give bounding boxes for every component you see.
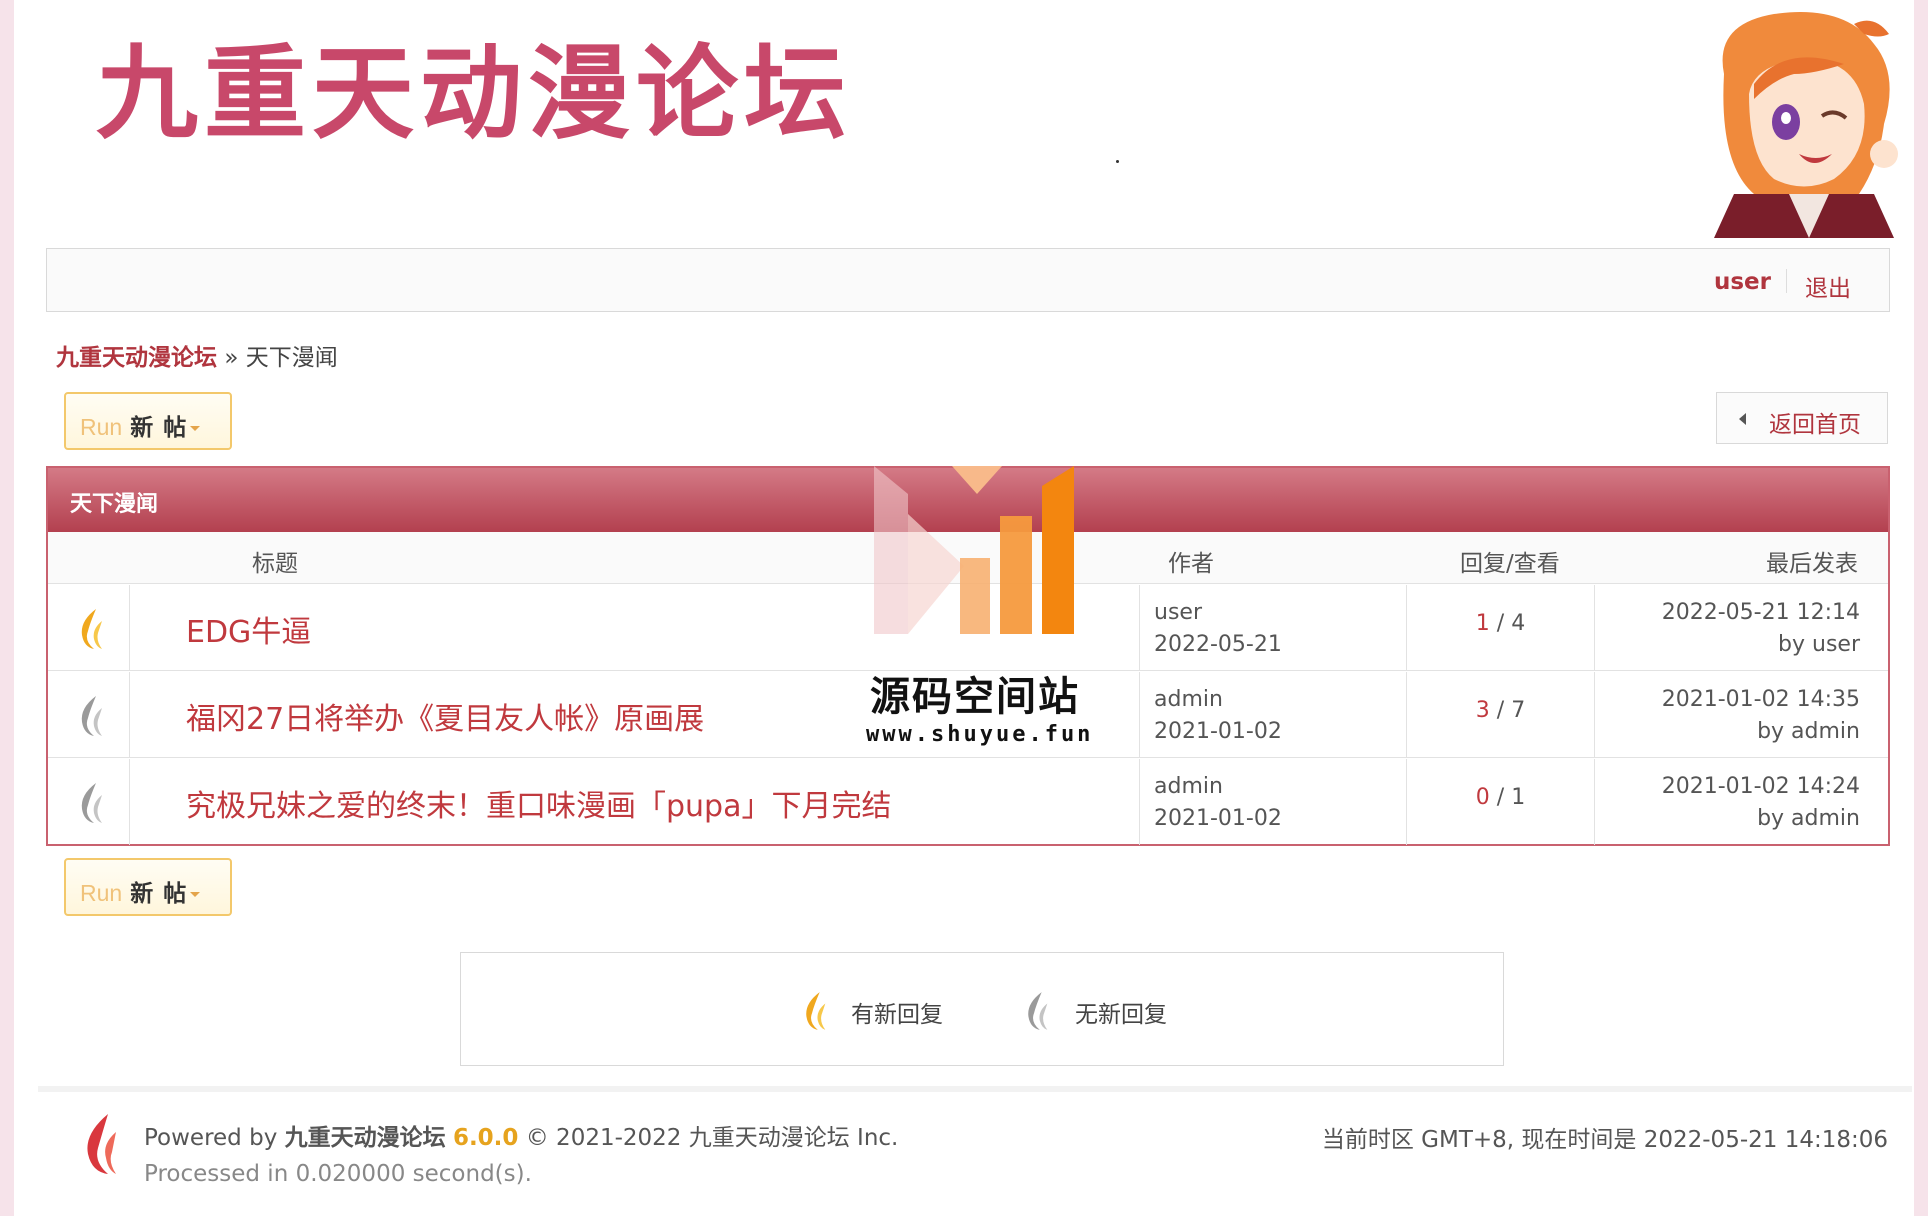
processed-time: Processed in 0.020000 second(s). [144,1161,532,1187]
new-post-label: 新帖 [130,415,197,441]
reply-count: 0 [1475,785,1490,810]
flame-new-icon [806,992,826,1030]
footer-forum-link[interactable]: 九重天动漫论坛 [285,1125,446,1151]
thread-author[interactable]: admin [1154,771,1282,803]
thread-title-link[interactable]: EDG牛逼 [186,607,311,651]
caret-down-icon [190,892,201,897]
flame-old-icon [1028,992,1048,1030]
thread-date: 2022-05-21 [1154,632,1282,657]
watermark-logo-icon [874,466,1074,634]
view-count: 7 [1511,698,1526,723]
view-count: 4 [1511,611,1526,636]
last-post-time[interactable]: 2022-05-21 12:14 [1662,597,1860,629]
flame-old-icon [81,783,102,823]
column-header-title: 标题 [252,551,298,577]
flame-new-icon [81,609,102,649]
mascot-image [1714,12,1898,238]
thread-row: 究极兄妹之爱的终末！重口味漫画「pupa」下月完结 admin 2021-01-… [48,759,1888,845]
new-post-button-top[interactable]: Run 新帖 [64,392,232,450]
last-post-time[interactable]: 2021-01-02 14:35 [1662,684,1860,716]
timezone-info: 当前时区 GMT+8, 现在时间是 2022-05-21 14:18:06 [1321,1127,1888,1153]
logout-link[interactable]: 退出 [1805,269,1851,303]
thread-author[interactable]: user [1154,597,1282,629]
footer-info: Powered by 九重天动漫论坛 6.0.0 © 2021-2022 九重天… [144,1120,898,1192]
breadcrumb: 九重天动漫论坛 » 天下漫闻 [56,338,338,372]
user-bar: user 退出 [46,248,1890,312]
new-post-prefix: Run [80,414,123,440]
username-link[interactable]: user [1714,269,1771,295]
site-logo[interactable]: 九重天动漫论坛 [96,44,852,146]
view-count: 1 [1511,785,1526,810]
footer-flame-logo-icon [87,1114,116,1174]
column-header-last: 最后发表 [1766,551,1858,577]
last-post-by[interactable]: by admin [1662,803,1860,835]
thread-date: 2021-01-02 [1154,719,1282,744]
column-header-author: 作者 [1168,551,1214,577]
reply-count: 1 [1475,611,1490,636]
thread-title-link[interactable]: 究极兄妹之爱的终末！重口味漫画「pupa」下月完结 [186,781,891,825]
copyright-text: © 2021-2022 九重天动漫论坛 Inc. [525,1125,899,1151]
thread-author[interactable]: admin [1154,684,1282,716]
arrow-left-icon [1739,413,1746,425]
breadcrumb-current: 天下漫闻 [245,345,338,371]
watermark-title: 源码空间站 [870,674,1080,720]
page: 九重天动漫论坛 user 退出 九重天动漫论坛 » 天下漫闻 Run 新帖 返回首… [14,0,1914,1216]
legend-no-new-reply: 无新回复 [1075,1002,1167,1028]
new-post-label: 新帖 [130,881,197,907]
thread-title-link[interactable]: 福冈27日将举办《夏目友人帐》原画展 [186,694,704,738]
thread-stats: 0 / 1 [1475,785,1526,810]
powered-by-label: Powered by [144,1125,278,1151]
breadcrumb-home-link[interactable]: 九重天动漫论坛 [56,345,217,371]
watermark-url: www.shuyue.fun [866,722,1094,747]
new-post-button-bottom[interactable]: Run 新帖 [64,858,232,916]
version-number: 6.0.0 [452,1125,519,1151]
thread-stats: 3 / 7 [1475,698,1526,723]
last-post-by[interactable]: by user [1662,629,1860,661]
back-home-button[interactable]: 返回首页 [1716,392,1888,444]
column-header-stats: 回复/查看 [1460,551,1560,577]
last-post-by[interactable]: by admin [1662,716,1860,748]
breadcrumb-separator: » [224,345,239,371]
back-home-label: 返回首页 [1769,412,1861,438]
decorative-dot [1116,160,1119,163]
icon-legend: 有新回复 无新回复 [460,952,1504,1066]
footer-divider [38,1086,1912,1092]
divider [1786,269,1787,293]
flame-old-icon [81,696,102,736]
caret-down-icon [190,426,201,431]
reply-count: 3 [1475,698,1490,723]
last-post-time[interactable]: 2021-01-02 14:24 [1662,771,1860,803]
new-post-prefix: Run [80,880,123,906]
thread-date: 2021-01-02 [1154,806,1282,831]
thread-stats: 1 / 4 [1475,611,1526,636]
legend-new-reply: 有新回复 [851,1002,943,1028]
